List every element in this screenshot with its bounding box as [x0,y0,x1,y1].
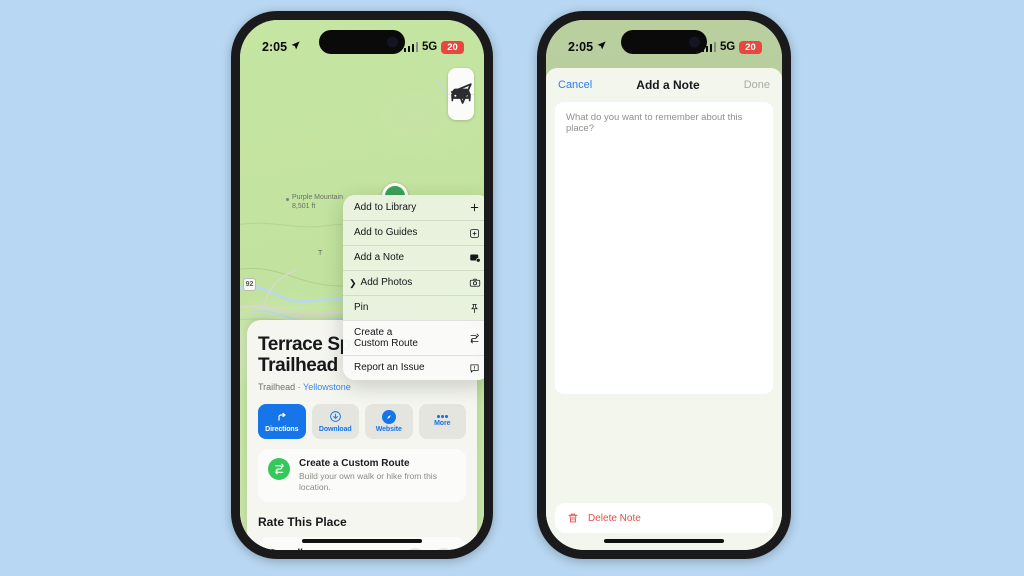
directions-label: Directions [265,425,299,433]
menu-label: Add to Library [354,201,417,213]
status-right: 5G 20 [701,40,762,54]
custom-route-text: Create a Custom Route Build your own wal… [299,458,456,494]
camera-icon [468,277,481,290]
rating-labels: Overall No ratings [269,548,308,550]
trash-icon [566,511,580,525]
menu-label: Add Photos [360,277,413,289]
left-phone-screen: Purple Mountain 8,501 ft 92 T Terrace Sp… [240,20,484,550]
chevron-right-icon: ❯ [349,277,357,288]
status-time: 2:05 [568,40,594,54]
menu-item-report-an-issue[interactable]: Report an Issue [343,355,484,380]
more-label: More [434,419,451,427]
status-right: 5G 20 [403,40,464,54]
rate-this-place-heading: Rate This Place [258,515,347,530]
status-left: 2:05 [262,40,301,54]
add-note-sheet: Cancel Add a Note Done What do you want … [546,68,782,550]
custom-route-description: Build your own walk or hike from this lo… [299,470,437,492]
done-button[interactable]: Done [744,79,770,91]
menu-label-line1: Create a [354,326,393,338]
menu-label: Add a Note [354,252,405,264]
network-label: 5G [422,41,437,53]
directions-arrow-icon [275,410,289,424]
place-park-link[interactable]: Yellowstone [303,382,351,392]
place-subtitle: Trailhead · Yellowstone [258,382,466,392]
network-label: 5G [720,41,735,53]
navigation-arrow-icon[interactable] [448,83,474,120]
custom-route-title: Create a Custom Route [299,457,410,469]
place-category: Trailhead · [258,381,304,392]
custom-route-icon [268,457,290,480]
place-context-menu[interactable]: Add to Library Add to Guides Add a Note [343,195,484,380]
download-label: Download [318,425,352,433]
pin-icon [468,302,481,315]
download-icon [328,410,342,424]
home-indicator[interactable] [604,539,724,543]
menu-label: Report an Issue [354,362,425,374]
menu-item-add-to-library[interactable]: Add to Library [343,195,484,220]
map-label-purple-mountain: Purple Mountain 8,501 ft [292,194,343,212]
location-arrow-icon [596,40,607,54]
front-camera [387,36,398,48]
menu-item-add-a-note[interactable]: Add a Note [343,245,484,270]
rating-thumbs: 👍 👎 [404,548,455,550]
website-label: Website [375,425,402,433]
note-textarea[interactable]: What do you want to remember about this … [555,102,773,394]
right-phone-frame: Cancel Add a Note Done What do you want … [537,11,791,559]
menu-label-wrap: Create a Custom Route [354,327,418,350]
ellipsis-icon [437,415,448,418]
map-label-trail: T [318,250,323,257]
sheet-title: Add a Note [636,78,700,92]
map-peak-dot [286,198,289,201]
menu-item-create-custom-route[interactable]: Create a Custom Route [343,321,484,355]
screenshot-stage: Purple Mountain 8,501 ft 92 T Terrace Sp… [0,0,1024,576]
menu-label-with-chevron: ❯ Add Photos [349,277,413,289]
note-icon [468,252,481,265]
directions-button[interactable]: Directions [258,403,306,439]
cancel-button[interactable]: Cancel [558,79,592,91]
menu-label: Add to Guides [354,227,418,239]
menu-label: Pin [354,302,369,314]
battery-badge: 20 [739,40,762,54]
map-controls[interactable] [448,68,474,120]
place-action-row: Directions Download Website More [258,403,466,439]
delete-note-button[interactable]: Delete Note [555,503,773,533]
custom-route-icon [468,332,481,345]
create-custom-route-card[interactable]: Create a Custom Route Build your own wal… [258,448,466,503]
menu-item-pin[interactable]: Pin [343,295,484,320]
road-shield: 92 [243,278,256,291]
more-button[interactable]: More [418,403,466,439]
status-left: 2:05 [568,40,607,54]
download-button[interactable]: Download [311,403,359,439]
map-label-name: Purple Mountain [292,194,343,201]
rating-title: Overall [269,548,308,550]
status-time: 2:05 [262,40,288,54]
menu-label-two-line: Create a Custom Route [354,327,418,350]
home-indicator[interactable] [302,539,422,543]
front-camera [689,36,700,48]
right-phone-screen: Cancel Add a Note Done What do you want … [546,20,782,550]
dynamic-island [319,30,405,54]
sheet-navigation-bar: Cancel Add a Note Done [546,68,782,102]
report-issue-icon [468,362,481,375]
cellular-bars-icon [403,42,419,52]
menu-label-line2: Custom Route [354,338,418,349]
location-arrow-icon [290,40,301,54]
delete-note-label: Delete Note [588,512,641,524]
menu-item-add-to-guides[interactable]: Add to Guides [343,220,484,245]
plus-icon [468,201,481,214]
battery-badge: 20 [441,40,464,54]
thumbs-down-icon[interactable]: 👎 [433,548,455,550]
thumbs-up-icon[interactable]: 👍 [404,548,426,550]
map-label-elevation: 8,501 ft [292,202,316,210]
place-title-line2: Trailhead [258,355,338,377]
context-menu-group-primary: Add to Library Add to Guides Add a Note [343,195,484,320]
left-phone-frame: Purple Mountain 8,501 ft 92 T Terrace Sp… [231,11,493,559]
context-menu-group-secondary: Create a Custom Route Report an Issue [343,320,484,380]
add-to-guides-icon [468,227,481,240]
compass-icon [381,409,396,424]
website-button[interactable]: Website [365,403,413,439]
menu-item-add-photos[interactable]: ❯ Add Photos [343,270,484,295]
dynamic-island [621,30,707,54]
